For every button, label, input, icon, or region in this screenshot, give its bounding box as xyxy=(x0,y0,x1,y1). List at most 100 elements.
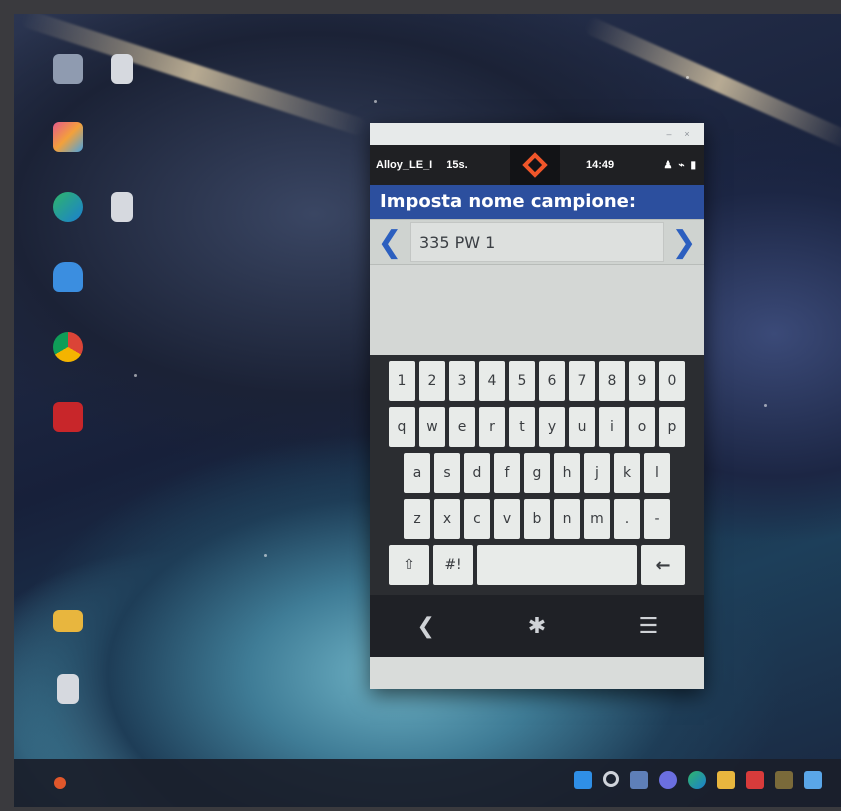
edge-taskbar-icon[interactable] xyxy=(688,771,706,789)
taskbar-apps xyxy=(574,771,822,789)
desktop-icon-document-2[interactable] xyxy=(92,192,152,222)
key-b[interactable]: b xyxy=(524,499,550,539)
prev-name-button[interactable]: ❮ xyxy=(370,220,410,264)
page-title: Imposta nome campione: xyxy=(370,185,704,219)
key-9[interactable]: 9 xyxy=(629,361,655,401)
key-n[interactable]: n xyxy=(554,499,580,539)
key-g[interactable]: g xyxy=(524,453,550,493)
minimize-icon[interactable]: – xyxy=(660,129,678,139)
key-k[interactable]: k xyxy=(614,453,640,493)
desktop-icon-acrobat[interactable] xyxy=(38,402,98,432)
notification-icon[interactable] xyxy=(804,771,822,789)
chat-icon[interactable] xyxy=(659,771,677,789)
key-t[interactable]: t xyxy=(509,407,535,447)
emulator-window: – × Alloy_LE_I 15s. 14:49 ♟ ⌁ ▮ Imposta … xyxy=(370,123,704,689)
onscreen-keyboard: 1 2 3 4 5 6 7 8 9 0 q w e r t y u i o p … xyxy=(370,355,704,595)
app-taskbar-icon[interactable] xyxy=(775,771,793,789)
home-logo-button[interactable] xyxy=(510,145,560,185)
key-4[interactable]: 4 xyxy=(479,361,505,401)
keyboard-row-numbers: 1 2 3 4 5 6 7 8 9 0 xyxy=(374,361,700,401)
key-c[interactable]: c xyxy=(464,499,490,539)
key-8[interactable]: 8 xyxy=(599,361,625,401)
water-droplet xyxy=(264,554,267,557)
key-l[interactable]: l xyxy=(644,453,670,493)
symbols-key[interactable]: #! xyxy=(433,545,473,585)
key-r[interactable]: r xyxy=(479,407,505,447)
keyboard-row-bottom: ⇧ #! ← xyxy=(374,545,700,585)
logo-icon xyxy=(522,152,548,178)
taskbar xyxy=(14,759,841,807)
taskbar-weather-widget[interactable] xyxy=(54,777,66,789)
desktop-icon-document[interactable] xyxy=(92,54,152,84)
key-3[interactable]: 3 xyxy=(449,361,475,401)
desktop-icon-edge[interactable] xyxy=(38,192,98,222)
back-nav-button[interactable]: ❮ xyxy=(370,595,481,657)
key-o[interactable]: o xyxy=(629,407,655,447)
key-w[interactable]: w xyxy=(419,407,445,447)
keyboard-row-qwerty: q w e r t y u i o p xyxy=(374,407,700,447)
backspace-key[interactable]: ← xyxy=(641,545,685,585)
task-view-icon[interactable] xyxy=(630,771,648,789)
next-name-button[interactable]: ❯ xyxy=(664,220,704,264)
sample-name-input[interactable]: 335 PW 1 xyxy=(410,222,664,262)
empty-area xyxy=(370,265,704,355)
window-titlebar[interactable]: – × xyxy=(370,123,704,145)
close-icon[interactable]: × xyxy=(678,129,696,139)
key-y[interactable]: y xyxy=(539,407,565,447)
key-q[interactable]: q xyxy=(389,407,415,447)
key-f[interactable]: f xyxy=(494,453,520,493)
chevron-left-icon: ❮ xyxy=(416,613,435,639)
key-dash[interactable]: - xyxy=(644,499,670,539)
file-explorer-icon[interactable] xyxy=(717,771,735,789)
key-d[interactable]: d xyxy=(464,453,490,493)
recycle-bin-icon xyxy=(53,54,83,84)
onedrive-icon xyxy=(53,262,83,292)
settings-nav-button[interactable]: ✱ xyxy=(481,595,592,657)
key-period[interactable]: . xyxy=(614,499,640,539)
status-mode: Alloy_LE_I xyxy=(376,159,433,171)
key-z[interactable]: z xyxy=(404,499,430,539)
key-s[interactable]: s xyxy=(434,453,460,493)
device-status-bar: Alloy_LE_I 15s. 14:49 ♟ ⌁ ▮ xyxy=(370,145,704,185)
key-e[interactable]: e xyxy=(449,407,475,447)
menu-icon: ☰ xyxy=(638,613,659,639)
space-key[interactable] xyxy=(477,545,637,585)
desktop-icon-photos[interactable] xyxy=(38,122,98,152)
key-h[interactable]: h xyxy=(554,453,580,493)
key-7[interactable]: 7 xyxy=(569,361,595,401)
desktop-icon-chrome[interactable] xyxy=(38,332,98,362)
wifi-icon: ⌁ xyxy=(678,159,685,171)
water-droplet xyxy=(374,100,377,103)
desktop-icon-document-3[interactable] xyxy=(38,674,98,704)
edge-browser-icon xyxy=(53,192,83,222)
key-6[interactable]: 6 xyxy=(539,361,565,401)
key-0[interactable]: 0 xyxy=(659,361,685,401)
water-droplet xyxy=(134,374,137,377)
key-a[interactable]: a xyxy=(404,453,430,493)
key-v[interactable]: v xyxy=(494,499,520,539)
status-duration: 15s. xyxy=(446,159,468,171)
document-icon xyxy=(111,192,133,222)
key-i[interactable]: i xyxy=(599,407,625,447)
key-x[interactable]: x xyxy=(434,499,460,539)
desktop-icon-recycle-bin[interactable] xyxy=(38,54,98,84)
gear-icon: ✱ xyxy=(527,613,547,639)
key-p[interactable]: p xyxy=(659,407,685,447)
key-2[interactable]: 2 xyxy=(419,361,445,401)
shift-key[interactable]: ⇧ xyxy=(389,545,429,585)
search-icon[interactable] xyxy=(603,771,619,787)
key-m[interactable]: m xyxy=(584,499,610,539)
desktop-icon-folder[interactable] xyxy=(38,610,98,632)
key-j[interactable]: j xyxy=(584,453,610,493)
folder-icon xyxy=(53,610,83,632)
key-5[interactable]: 5 xyxy=(509,361,535,401)
chrome-browser-icon xyxy=(53,332,83,362)
office-icon[interactable] xyxy=(746,771,764,789)
key-u[interactable]: u xyxy=(569,407,595,447)
menu-nav-button[interactable]: ☰ xyxy=(593,595,704,657)
start-icon[interactable] xyxy=(574,771,592,789)
battery-icon: ▮ xyxy=(690,159,696,171)
desktop-icon-onedrive[interactable] xyxy=(38,262,98,292)
key-1[interactable]: 1 xyxy=(389,361,415,401)
photos-app-icon xyxy=(53,122,83,152)
